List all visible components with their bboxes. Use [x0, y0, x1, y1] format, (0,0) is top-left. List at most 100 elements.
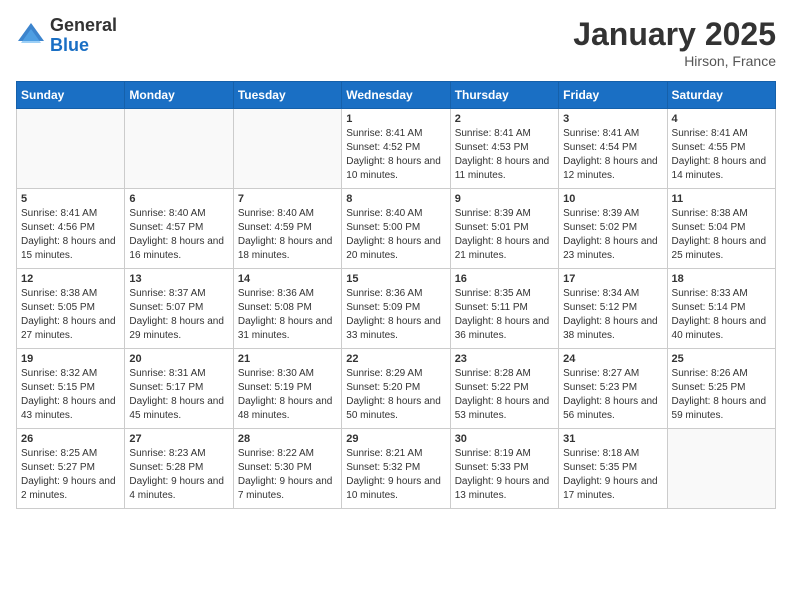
calendar-day-cell: 25 Sunrise: 8:26 AM Sunset: 5:25 PM Dayli…: [667, 349, 775, 429]
day-number: 29: [346, 433, 445, 445]
day-info: Sunrise: 8:36 AM Sunset: 5:08 PM Dayligh…: [238, 287, 337, 343]
day-number: 22: [346, 353, 445, 365]
calendar-day-cell: [125, 109, 233, 189]
calendar-week-row: 19Sunrise: 8:32 AM Sunset: 5:15 PM Dayli…: [17, 349, 776, 429]
calendar-day-cell: 19Sunrise: 8:32 AM Sunset: 5:15 PM Dayli…: [17, 349, 125, 429]
day-number: 25: [672, 353, 771, 365]
day-info: Sunrise: 8:36 AM Sunset: 5:09 PM Dayligh…: [346, 287, 445, 343]
day-info: Sunrise: 8:28 AM Sunset: 5:22 PM Dayligh…: [455, 367, 554, 423]
day-number: 30: [455, 433, 554, 445]
day-number: 23: [455, 353, 554, 365]
calendar-week-row: 12Sunrise: 8:38 AM Sunset: 5:05 PM Dayli…: [17, 269, 776, 349]
calendar-day-cell: 2 Sunrise: 8:41 AM Sunset: 4:53 PM Daylig…: [450, 109, 558, 189]
day-number: 2: [455, 113, 554, 125]
calendar-day-cell: 24Sunrise: 8:27 AM Sunset: 5:23 PM Dayli…: [559, 349, 667, 429]
day-number: 17: [563, 273, 662, 285]
day-number: 28: [238, 433, 337, 445]
calendar-day-cell: 10Sunrise: 8:39 AM Sunset: 5:02 PM Dayli…: [559, 189, 667, 269]
day-number: 19: [21, 353, 120, 365]
weekday-header: Sunday: [17, 82, 125, 109]
day-number: 15: [346, 273, 445, 285]
day-info: Sunrise: 8:25 AM Sunset: 5:27 PM Dayligh…: [21, 447, 120, 503]
day-info: Sunrise: 8:39 AM Sunset: 5:02 PM Dayligh…: [563, 207, 662, 263]
calendar-day-cell: 13 Sunrise: 8:37 AM Sunset: 5:07 PM Dayli…: [125, 269, 233, 349]
calendar-week-row: 26 Sunrise: 8:25 AM Sunset: 5:27 PM Dayli…: [17, 429, 776, 509]
calendar-day-cell: 11Sunrise: 8:38 AM Sunset: 5:04 PM Dayli…: [667, 189, 775, 269]
day-info: Sunrise: 8:18 AM Sunset: 5:35 PM Dayligh…: [563, 447, 662, 503]
location: Hirson, France: [573, 53, 776, 69]
calendar-table: SundayMondayTuesdayWednesdayThursdayFrid…: [16, 81, 776, 509]
weekday-header: Friday: [559, 82, 667, 109]
calendar-week-row: 5 Sunrise: 8:41 AM Sunset: 4:56 PM Daylig…: [17, 189, 776, 269]
day-number: 31: [563, 433, 662, 445]
calendar-day-cell: [17, 109, 125, 189]
calendar-day-cell: 12Sunrise: 8:38 AM Sunset: 5:05 PM Dayli…: [17, 269, 125, 349]
weekday-header: Tuesday: [233, 82, 341, 109]
calendar-day-cell: [667, 429, 775, 509]
day-info: Sunrise: 8:21 AM Sunset: 5:32 PM Dayligh…: [346, 447, 445, 503]
day-number: 4: [672, 113, 771, 125]
day-info: Sunrise: 8:22 AM Sunset: 5:30 PM Dayligh…: [238, 447, 337, 503]
day-info: Sunrise: 8:38 AM Sunset: 5:04 PM Dayligh…: [672, 207, 771, 263]
weekday-header: Monday: [125, 82, 233, 109]
day-info: Sunrise: 8:19 AM Sunset: 5:33 PM Dayligh…: [455, 447, 554, 503]
calendar-day-cell: 29 Sunrise: 8:21 AM Sunset: 5:32 PM Dayli…: [342, 429, 450, 509]
day-number: 16: [455, 273, 554, 285]
day-number: 7: [238, 193, 337, 205]
day-info: Sunrise: 8:40 AM Sunset: 4:59 PM Dayligh…: [238, 207, 337, 263]
day-number: 14: [238, 273, 337, 285]
day-info: Sunrise: 8:35 AM Sunset: 5:11 PM Dayligh…: [455, 287, 554, 343]
calendar-day-cell: 16 Sunrise: 8:35 AM Sunset: 5:11 PM Dayli…: [450, 269, 558, 349]
day-info: Sunrise: 8:40 AM Sunset: 5:00 PM Dayligh…: [346, 207, 445, 263]
day-number: 20: [129, 353, 228, 365]
day-number: 13: [129, 273, 228, 285]
weekday-header: Wednesday: [342, 82, 450, 109]
day-number: 9: [455, 193, 554, 205]
calendar-day-cell: 4Sunrise: 8:41 AM Sunset: 4:55 PM Daylig…: [667, 109, 775, 189]
day-info: Sunrise: 8:41 AM Sunset: 4:54 PM Dayligh…: [563, 127, 662, 183]
calendar-day-cell: 3Sunrise: 8:41 AM Sunset: 4:54 PM Daylig…: [559, 109, 667, 189]
calendar-day-cell: 23 Sunrise: 8:28 AM Sunset: 5:22 PM Dayli…: [450, 349, 558, 429]
logo-general-text: General: [50, 16, 117, 36]
day-info: Sunrise: 8:26 AM Sunset: 5:25 PM Dayligh…: [672, 367, 771, 423]
day-number: 18: [672, 273, 771, 285]
page-header: General Blue January 2025 Hirson, France: [16, 16, 776, 69]
month-title: January 2025: [573, 16, 776, 53]
calendar-day-cell: 26 Sunrise: 8:25 AM Sunset: 5:27 PM Dayli…: [17, 429, 125, 509]
day-info: Sunrise: 8:39 AM Sunset: 5:01 PM Dayligh…: [455, 207, 554, 263]
day-number: 6: [129, 193, 228, 205]
calendar-day-cell: 1 Sunrise: 8:41 AM Sunset: 4:52 PM Daylig…: [342, 109, 450, 189]
calendar-day-cell: 28 Sunrise: 8:22 AM Sunset: 5:30 PM Dayli…: [233, 429, 341, 509]
calendar-day-cell: 18 Sunrise: 8:33 AM Sunset: 5:14 PM Dayli…: [667, 269, 775, 349]
calendar-day-cell: 7 Sunrise: 8:40 AM Sunset: 4:59 PM Daylig…: [233, 189, 341, 269]
calendar-day-cell: 31 Sunrise: 8:18 AM Sunset: 5:35 PM Dayli…: [559, 429, 667, 509]
day-number: 21: [238, 353, 337, 365]
day-info: Sunrise: 8:37 AM Sunset: 5:07 PM Dayligh…: [129, 287, 228, 343]
day-number: 8: [346, 193, 445, 205]
calendar-day-cell: 5 Sunrise: 8:41 AM Sunset: 4:56 PM Daylig…: [17, 189, 125, 269]
day-info: Sunrise: 8:33 AM Sunset: 5:14 PM Dayligh…: [672, 287, 771, 343]
day-info: Sunrise: 8:41 AM Sunset: 4:52 PM Dayligh…: [346, 127, 445, 183]
title-block: January 2025 Hirson, France: [573, 16, 776, 69]
day-number: 5: [21, 193, 120, 205]
calendar-day-cell: 17 Sunrise: 8:34 AM Sunset: 5:12 PM Dayli…: [559, 269, 667, 349]
logo: General Blue: [16, 16, 117, 56]
day-info: Sunrise: 8:27 AM Sunset: 5:23 PM Dayligh…: [563, 367, 662, 423]
day-number: 27: [129, 433, 228, 445]
weekday-header: Saturday: [667, 82, 775, 109]
day-number: 1: [346, 113, 445, 125]
calendar-day-cell: [233, 109, 341, 189]
calendar-header-row: SundayMondayTuesdayWednesdayThursdayFrid…: [17, 82, 776, 109]
day-info: Sunrise: 8:41 AM Sunset: 4:56 PM Dayligh…: [21, 207, 120, 263]
calendar-day-cell: 20 Sunrise: 8:31 AM Sunset: 5:17 PM Dayli…: [125, 349, 233, 429]
day-info: Sunrise: 8:29 AM Sunset: 5:20 PM Dayligh…: [346, 367, 445, 423]
calendar-day-cell: 6Sunrise: 8:40 AM Sunset: 4:57 PM Daylig…: [125, 189, 233, 269]
logo-text: General Blue: [50, 16, 117, 56]
calendar-week-row: 1 Sunrise: 8:41 AM Sunset: 4:52 PM Daylig…: [17, 109, 776, 189]
day-info: Sunrise: 8:31 AM Sunset: 5:17 PM Dayligh…: [129, 367, 228, 423]
logo-icon: [16, 21, 46, 51]
day-info: Sunrise: 8:34 AM Sunset: 5:12 PM Dayligh…: [563, 287, 662, 343]
day-number: 26: [21, 433, 120, 445]
day-info: Sunrise: 8:41 AM Sunset: 4:53 PM Dayligh…: [455, 127, 554, 183]
calendar-day-cell: 22 Sunrise: 8:29 AM Sunset: 5:20 PM Dayli…: [342, 349, 450, 429]
